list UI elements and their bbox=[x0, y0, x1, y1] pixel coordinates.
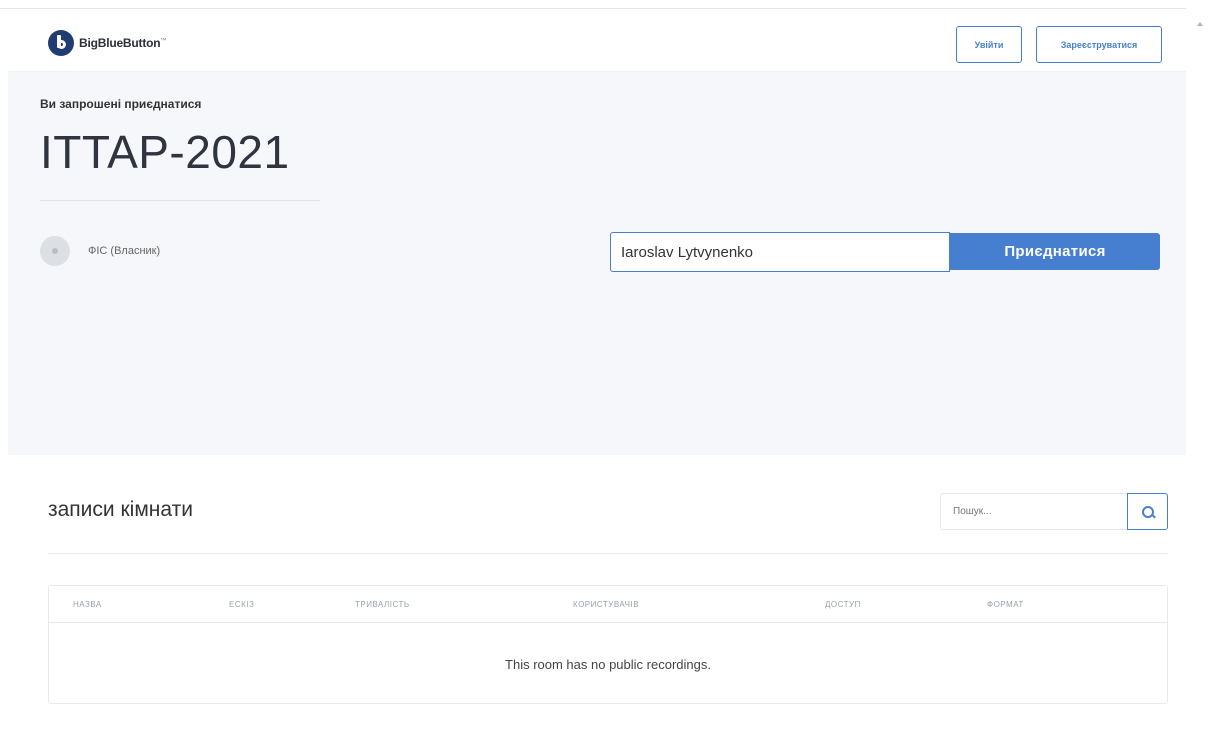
room-owner: ФІС (Власник) bbox=[40, 236, 160, 266]
login-button[interactable]: Увійти bbox=[956, 26, 1022, 63]
column-header-duration[interactable]: ТРИВАЛІСТЬ bbox=[355, 600, 410, 609]
top-divider bbox=[0, 8, 1186, 9]
owner-avatar-icon bbox=[40, 236, 70, 266]
empty-recordings-message: This room has no public recordings. bbox=[505, 656, 711, 672]
recordings-search-input[interactable] bbox=[940, 493, 1128, 530]
recordings-divider bbox=[48, 553, 1168, 554]
bigbluebutton-logo-icon bbox=[48, 30, 74, 56]
column-header-users[interactable]: КОРИСТУВАЧІВ bbox=[573, 600, 639, 609]
scrollbar[interactable] bbox=[1186, 0, 1220, 750]
column-header-thumbnail[interactable]: ЕСКІЗ bbox=[229, 600, 254, 609]
search-icon bbox=[1141, 505, 1154, 518]
register-button[interactable]: Зареєструватися bbox=[1036, 26, 1162, 63]
hero-divider bbox=[40, 200, 320, 201]
site-header: BigBlueButton™ Увійти Зареєструватися bbox=[8, 10, 1186, 72]
invite-text: Ви запрошені приєднатися bbox=[40, 97, 202, 111]
recordings-table: НАЗВА ЕСКІЗ ТРИВАЛІСТЬ КОРИСТУВАЧІВ ДОСТ… bbox=[48, 585, 1168, 704]
owner-label: ФІС (Власник) bbox=[88, 245, 161, 257]
column-header-name[interactable]: НАЗВА bbox=[73, 600, 102, 609]
column-header-format[interactable]: ФОРМАТ bbox=[987, 600, 1024, 609]
recordings-title: записи кімнати bbox=[48, 498, 193, 521]
join-name-input[interactable] bbox=[610, 232, 950, 272]
scroll-up-arrow-icon[interactable] bbox=[1197, 22, 1203, 26]
recordings-search-button[interactable] bbox=[1127, 493, 1168, 530]
page: BigBlueButton™ Увійти Зареєструватися Ви… bbox=[0, 0, 1220, 750]
join-button[interactable]: Приєднатися bbox=[950, 233, 1160, 270]
table-header: НАЗВА ЕСКІЗ ТРИВАЛІСТЬ КОРИСТУВАЧІВ ДОСТ… bbox=[49, 586, 1167, 623]
column-header-visibility[interactable]: ДОСТУП bbox=[825, 600, 861, 609]
room-name: ITTAP-2021 bbox=[40, 126, 290, 178]
brand-logo[interactable]: BigBlueButton™ bbox=[48, 30, 166, 56]
brand-name: BigBlueButton™ bbox=[79, 36, 167, 50]
